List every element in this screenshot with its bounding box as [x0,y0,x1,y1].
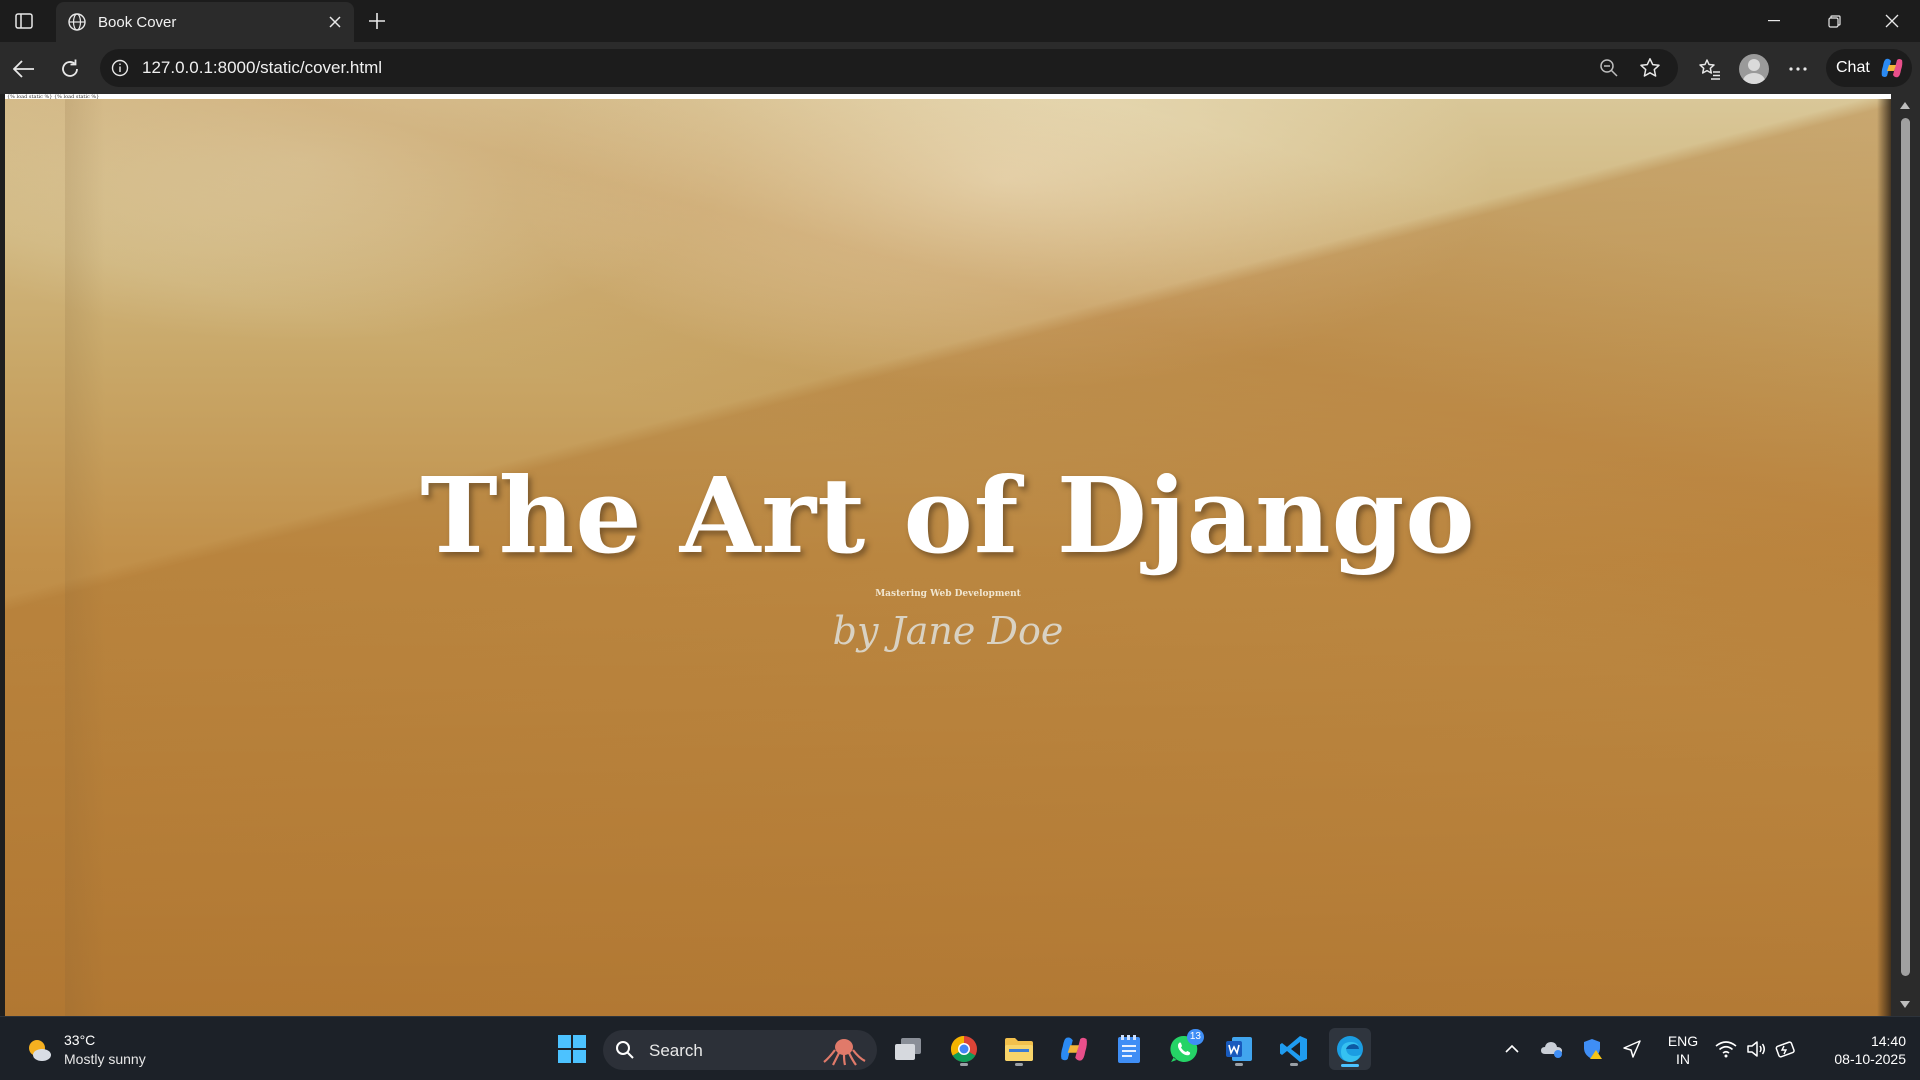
windows-logo-icon [558,1035,586,1063]
taskbar-task-view[interactable] [888,1029,928,1069]
scroll-up-arrow-icon[interactable] [1900,102,1910,109]
input-language[interactable]: ENG IN [1663,1032,1703,1068]
more-options-button[interactable] [1782,53,1814,85]
windows-taskbar: 33°C Mostly sunny Search 13 ENG IN 14:40… [0,1016,1920,1080]
chrome-icon [950,1035,977,1063]
partly-sunny-icon [29,1040,51,1061]
search-highlight-octopus-icon [823,1039,866,1066]
minimize-icon [1768,20,1780,22]
address-bar[interactable]: 127.0.0.1:8000/static/cover.html [100,49,1678,87]
language-region: IN [1676,1051,1690,1067]
more-dots-icon [1789,67,1807,71]
close-icon [1885,14,1899,28]
book-author: by Jane Doe [832,609,1064,653]
word-icon [1226,1037,1252,1061]
vertical-scrollbar[interactable] [1891,94,1920,1016]
page-viewport: {% load static %} {% load static %} The … [5,94,1891,1016]
plus-icon [369,13,385,29]
zoom-out-icon[interactable] [1598,57,1620,79]
system-clock[interactable]: 14:40 08-10-2025 [1806,1032,1906,1068]
search-icon [616,1041,634,1059]
security-tray[interactable] [1580,1037,1604,1061]
clock-time: 14:40 [1870,1033,1906,1049]
book-cover: The Art of Django Mastering Web Developm… [5,99,1891,1016]
browser-tab-active[interactable]: Book Cover [56,2,354,42]
tab-title: Book Cover [98,13,177,31]
onedrive-cloud-icon [1541,1042,1562,1058]
book-title: The Art of Django [420,454,1476,577]
search-label: Search [649,1041,703,1060]
taskbar-chrome[interactable] [944,1029,984,1069]
start-button[interactable] [552,1029,592,1069]
book-subtitle: Mastering Web Development [875,589,1021,599]
profile-avatar[interactable] [1739,54,1769,84]
task-view-icon [895,1038,921,1060]
language-code: ENG [1667,1033,1699,1049]
tab-actions-button[interactable] [10,8,38,34]
copilot-chat-button[interactable]: Chat [1826,49,1912,87]
running-indicator [960,1063,968,1066]
copilot-icon [1881,58,1903,78]
wifi-icon [1715,1041,1737,1058]
vscode-icon [1280,1036,1307,1062]
globe-icon [66,11,88,33]
favorites-list-icon [1699,59,1720,80]
volume-tray[interactable] [1744,1037,1768,1061]
back-button[interactable] [8,53,40,85]
taskbar-copilot[interactable] [1054,1029,1094,1069]
scroll-thumb[interactable] [1901,118,1910,976]
location-arrow-icon [1623,1040,1641,1058]
tab-actions-icon [15,13,33,29]
weather-temperature: 33°C [64,1032,96,1048]
notification-badge: 13 [1186,1029,1204,1045]
restore-button[interactable] [1806,0,1862,42]
running-indicator [1015,1063,1023,1066]
edge-icon [1337,1036,1363,1062]
weather-condition: Mostly sunny [64,1051,146,1067]
running-indicator [1290,1063,1298,1066]
running-indicator-active [1341,1064,1359,1067]
battery-charging-icon [1775,1041,1795,1058]
show-hidden-icons-button[interactable] [1500,1037,1524,1061]
chevron-up-icon [1505,1044,1519,1053]
site-info-icon[interactable] [110,58,130,78]
weather-widget[interactable]: 33°C Mostly sunny [20,1029,200,1069]
volume-icon [1747,1041,1765,1057]
folder-icon [1005,1038,1033,1061]
back-arrow-icon [13,60,34,78]
onedrive-tray[interactable] [1540,1037,1564,1061]
copilot-app-icon [1061,1037,1087,1061]
taskbar-vscode[interactable] [1274,1029,1314,1069]
taskbar-word[interactable] [1219,1029,1259,1069]
scroll-down-arrow-icon[interactable] [1900,1001,1910,1008]
close-window-button[interactable] [1864,0,1920,42]
notepad-icon [1118,1035,1140,1063]
clock-date: 08-10-2025 [1834,1051,1906,1067]
running-indicator [1235,1063,1243,1066]
close-tab-icon[interactable] [324,11,346,33]
url-text[interactable]: 127.0.0.1:8000/static/cover.html [142,58,382,78]
restore-icon [1827,14,1841,28]
browser-toolbar: 127.0.0.1:8000/static/cover.html Chat [0,42,1920,94]
refresh-button[interactable] [54,53,86,85]
refresh-icon [62,59,78,77]
shield-warning-icon [1584,1039,1602,1059]
battery-tray[interactable] [1774,1037,1798,1061]
browser-title-bar: Book Cover [0,0,1920,42]
taskbar-edge[interactable] [1329,1028,1371,1070]
taskbar-file-explorer[interactable] [999,1029,1039,1069]
new-tab-button[interactable] [364,8,390,34]
wifi-tray[interactable] [1714,1037,1738,1061]
chat-label: Chat [1836,59,1870,76]
taskbar-search[interactable]: Search [603,1030,877,1070]
favorite-star-icon[interactable] [1638,56,1662,80]
taskbar-notepad[interactable] [1109,1029,1149,1069]
location-tray[interactable] [1620,1037,1644,1061]
favorites-button[interactable] [1694,53,1726,85]
taskbar-whatsapp[interactable]: 13 [1164,1029,1204,1069]
minimize-button[interactable] [1746,0,1802,42]
